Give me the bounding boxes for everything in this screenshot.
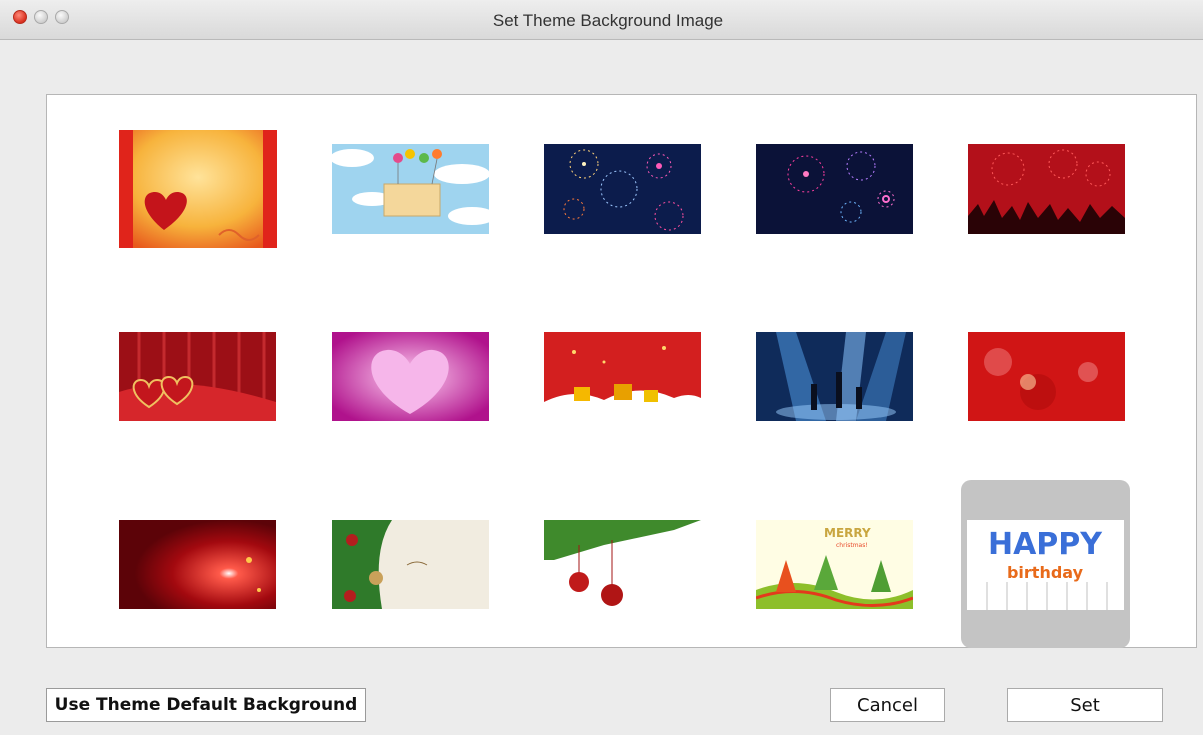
- window-title: Set Theme Background Image: [492, 11, 724, 30]
- red-bokeh-image: [968, 332, 1125, 421]
- thumb-red-party-crowd[interactable]: [968, 144, 1125, 234]
- set-button[interactable]: Set: [1007, 688, 1163, 722]
- happy-text: HAPPY: [988, 527, 1103, 562]
- stage-dancers-image: [756, 332, 913, 421]
- sky-balloons-image: [332, 144, 489, 234]
- thumb-sky-balloons[interactable]: [332, 144, 489, 234]
- birthday-text: birthday: [1007, 563, 1084, 582]
- title-bar: Set Theme Background Image: [0, 0, 1203, 40]
- thumb-pink-heart-rays[interactable]: [332, 332, 489, 421]
- fireworks-dark-image: [756, 144, 913, 234]
- thumbnail-grid: MERRY christmas! HAPPY birthday: [46, 94, 1197, 648]
- fireworks-blue-image: [544, 144, 701, 234]
- thumb-fireworks-dark[interactable]: [756, 144, 913, 234]
- red-sparkle-image: [119, 520, 276, 609]
- happy-birthday-image: HAPPY birthday: [967, 520, 1124, 610]
- thumb-valentine-heart-orange[interactable]: [119, 130, 277, 248]
- red-party-image: [968, 144, 1125, 234]
- curtain-hearts-image: [119, 332, 276, 421]
- heart-orange-image: [119, 130, 277, 248]
- cancel-button[interactable]: Cancel: [830, 688, 945, 722]
- thumb-christmas-branch-baubles[interactable]: [544, 520, 701, 609]
- thumb-christmas-red-gifts[interactable]: [544, 332, 701, 421]
- thumb-fireworks-blue[interactable]: [544, 144, 701, 234]
- merry-christmas-image: MERRY christmas!: [756, 520, 913, 609]
- branch-baubles-image: [544, 520, 701, 609]
- thumb-red-bokeh-ornaments[interactable]: [968, 332, 1125, 421]
- thumb-happy-birthday[interactable]: HAPPY birthday: [961, 480, 1130, 648]
- thumb-christmas-branch-cream[interactable]: [332, 520, 489, 609]
- merry-subtext: christmas!: [836, 542, 868, 549]
- use-default-background-button[interactable]: Use Theme Default Background: [46, 688, 366, 722]
- thumb-red-sparkle[interactable]: [119, 520, 276, 609]
- christmas-gifts-image: [544, 332, 701, 421]
- thumb-merry-christmas-trees[interactable]: MERRY christmas!: [756, 520, 913, 609]
- thumb-red-curtain-hearts[interactable]: [119, 332, 276, 421]
- thumb-stage-dancers[interactable]: [756, 332, 913, 421]
- merry-text: MERRY: [824, 526, 871, 540]
- pink-heart-image: [332, 332, 489, 421]
- branch-cream-image: [332, 520, 489, 609]
